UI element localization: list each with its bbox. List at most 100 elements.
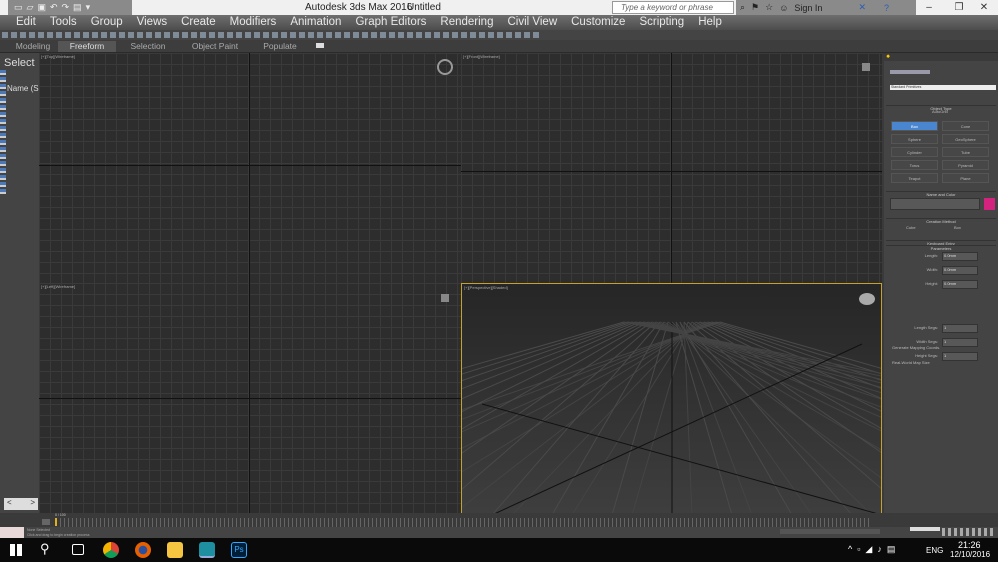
clock-date[interactable]: 12/10/2016 [950, 550, 990, 559]
menu-customize[interactable]: Customize [571, 15, 625, 30]
photoshop-icon[interactable]: Ps [231, 542, 247, 558]
toolbar-button[interactable] [506, 32, 512, 38]
create-cone-button[interactable]: Cone [942, 121, 989, 131]
create-torus-button[interactable]: Torus [891, 160, 938, 170]
toolbar-button[interactable] [2, 32, 8, 38]
toolbar-button[interactable] [407, 32, 413, 38]
create-teapot-button[interactable]: Teapot [891, 173, 938, 183]
cube-radio[interactable]: Cube [906, 225, 916, 230]
toolbar-button[interactable] [146, 32, 152, 38]
param-spinner[interactable]: 1 [942, 338, 978, 347]
3ds-max-icon[interactable] [199, 542, 215, 558]
tab-selection[interactable]: Selection [120, 41, 176, 52]
create-plane-button[interactable]: Plane [942, 173, 989, 183]
timeline-toggle-icon[interactable] [42, 519, 50, 525]
maxscript-listener[interactable] [0, 527, 24, 538]
exchange-icon[interactable]: ✕ [858, 2, 866, 13]
menu-modifiers[interactable]: Modifiers [230, 15, 277, 30]
sign-in-link[interactable]: Sign In [794, 3, 822, 13]
time-marker[interactable] [55, 518, 57, 526]
save-icon[interactable]: ▣ [37, 2, 46, 13]
name-column-header[interactable]: Name (Sc [7, 84, 39, 93]
binoculars-icon[interactable]: ⌕ [740, 2, 745, 13]
explorer-scrollbar[interactable]: < > [4, 498, 38, 510]
scroll-right-icon[interactable]: > [30, 498, 35, 510]
menu-edit[interactable]: Edit [16, 15, 36, 30]
menu-graph-editors[interactable]: Graph Editors [355, 15, 426, 30]
toolbar-button[interactable] [326, 32, 332, 38]
tab-modeling[interactable]: Modeling [8, 41, 58, 52]
toolbar-button[interactable] [416, 32, 422, 38]
menu-group[interactable]: Group [91, 15, 123, 30]
create-pyramid-button[interactable]: Pyramid [942, 160, 989, 170]
toolbar-button[interactable] [173, 32, 179, 38]
viewcube-icon[interactable] [437, 59, 453, 75]
toolbar-button[interactable] [470, 32, 476, 38]
param-spinner[interactable]: 0.0mm [942, 252, 978, 261]
playback-controls[interactable] [942, 528, 996, 536]
param-spinner[interactable]: 1 [942, 352, 978, 361]
toolbar-button[interactable] [47, 32, 53, 38]
user-icon[interactable]: ☺ [779, 3, 788, 13]
toolbar-button[interactable] [20, 32, 26, 38]
toolbar-button[interactable] [182, 32, 188, 38]
create-tab-icon[interactable]: ✹ [886, 54, 890, 60]
create-tube-button[interactable]: Tube [942, 147, 989, 157]
param-spinner[interactable]: 0.0mm [942, 266, 978, 275]
coordinate-fields[interactable] [780, 529, 880, 534]
toolbar-button[interactable] [272, 32, 278, 38]
viewport-label[interactable]: [+][Front][Wireframe] [463, 54, 500, 59]
category-icons[interactable] [890, 70, 930, 74]
toolbar-button[interactable] [92, 32, 98, 38]
toolbar-button[interactable] [227, 32, 233, 38]
toolbar-button[interactable] [479, 32, 485, 38]
maximize-button[interactable]: ❐ [945, 0, 973, 15]
project-icon[interactable]: ▤ [73, 2, 82, 13]
minimize-button[interactable]: – [915, 0, 943, 15]
toolbar-button[interactable] [533, 32, 539, 38]
toolbar-button[interactable] [461, 32, 467, 38]
menu-views[interactable]: Views [137, 15, 167, 30]
param-spinner[interactable]: 0.0mm [942, 280, 978, 289]
object-name-input[interactable] [890, 198, 980, 210]
toolbar-button[interactable] [353, 32, 359, 38]
file-explorer-icon[interactable] [167, 542, 183, 558]
toolbar-button[interactable] [245, 32, 251, 38]
search-input[interactable]: Type a keyword or phrase [612, 1, 734, 14]
menu-create[interactable]: Create [181, 15, 216, 30]
toolbar-button[interactable] [398, 32, 404, 38]
toolbar-button[interactable] [290, 32, 296, 38]
toolbar-button[interactable] [164, 32, 170, 38]
create-cylinder-button[interactable]: Cylinder [891, 147, 938, 157]
windows-start-icon[interactable] [10, 544, 22, 556]
help-icon[interactable]: ? [884, 3, 889, 13]
toolbar-button[interactable] [425, 32, 431, 38]
toolbar-button[interactable] [137, 32, 143, 38]
toolbar-button[interactable] [38, 32, 44, 38]
toolbar-button[interactable] [389, 32, 395, 38]
language-indicator[interactable]: ENG [926, 546, 943, 555]
toolbar-button[interactable] [128, 32, 134, 38]
scroll-left-icon[interactable]: < [7, 498, 12, 510]
param-spinner[interactable]: 1 [942, 324, 978, 333]
toolbar-button[interactable] [74, 32, 80, 38]
toolbar-button[interactable] [281, 32, 287, 38]
toolbar-button[interactable] [191, 32, 197, 38]
creation-method-rollout[interactable]: Creation Method [886, 218, 996, 224]
autogrid-label[interactable]: AutoGrid [932, 109, 948, 114]
tab-populate[interactable]: Populate [255, 41, 305, 52]
name-color-rollout[interactable]: Name and Color [886, 191, 996, 197]
viewport-perspective[interactable]: [+][Perspective][Shaded] [461, 283, 882, 514]
menu-scripting[interactable]: Scripting [639, 15, 684, 30]
toolbar-button[interactable] [515, 32, 521, 38]
viewport-label[interactable]: [+][Left][Wireframe] [41, 284, 75, 289]
toolbar-button[interactable] [452, 32, 458, 38]
create-box-button[interactable]: Box [891, 121, 938, 131]
menu-rendering[interactable]: Rendering [440, 15, 493, 30]
toolbar-button[interactable] [236, 32, 242, 38]
quick-access-toolbar[interactable]: ▭ ▱ ▣ ↶ ↷ ▤ ▾ [8, 0, 132, 15]
viewport-label[interactable]: [+][Top][Wireframe] [41, 54, 75, 59]
toolbar-button[interactable] [11, 32, 17, 38]
viewport-top[interactable]: [+][Top][Wireframe] [39, 53, 461, 283]
menu-animation[interactable]: Animation [290, 15, 341, 30]
